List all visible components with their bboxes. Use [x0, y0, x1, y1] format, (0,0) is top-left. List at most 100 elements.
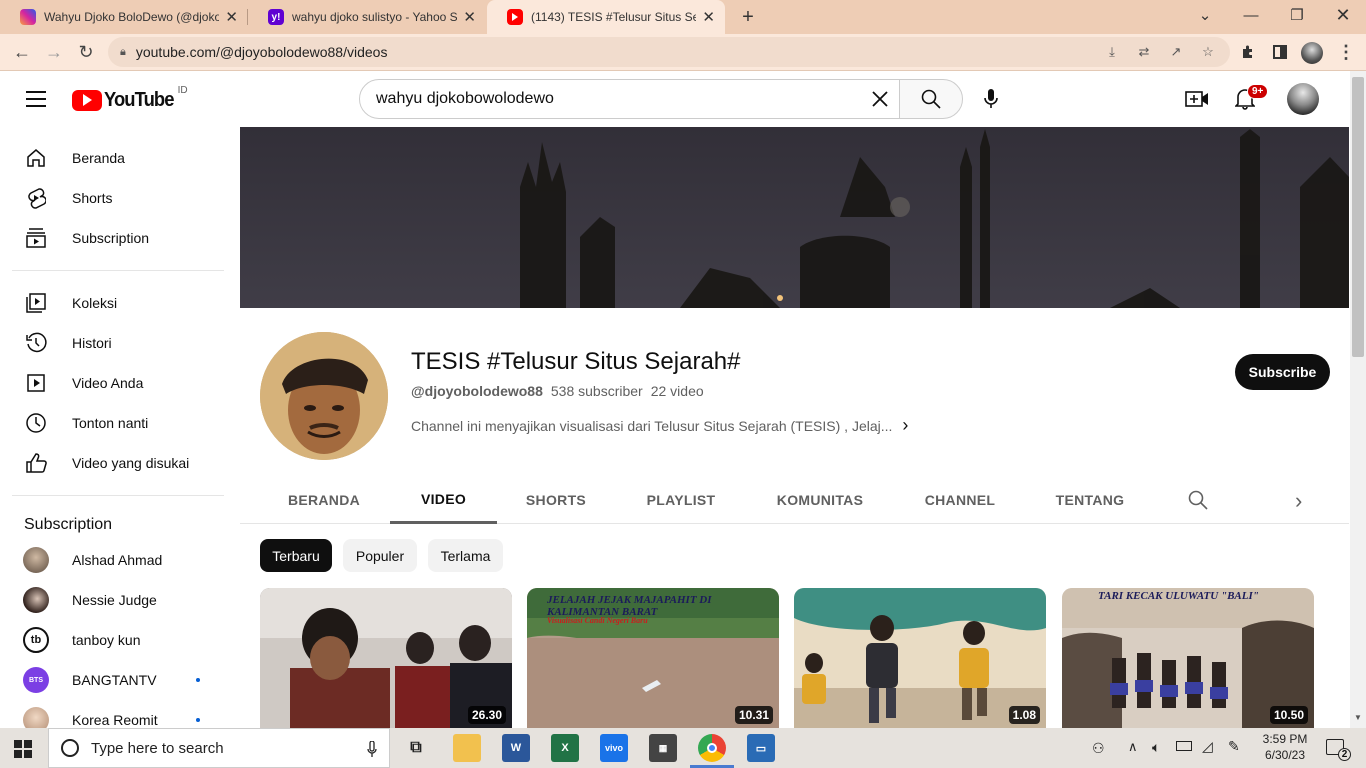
- sidebar-item-koleksi[interactable]: Koleksi: [12, 283, 224, 323]
- tab-channel[interactable]: CHANNEL: [910, 476, 1010, 524]
- sidebar-item-shorts[interactable]: Shorts: [12, 178, 224, 218]
- sidebar-item-tonton-nanti[interactable]: Tonton nanti: [12, 403, 224, 443]
- action-center-icon[interactable]: 2: [1326, 739, 1351, 761]
- channel-avatar: [23, 547, 49, 573]
- lock-icon[interactable]: 🔒︎: [120, 46, 126, 59]
- task-view-icon[interactable]: ⧉: [402, 734, 430, 762]
- close-window-button[interactable]: ✕: [1320, 0, 1366, 30]
- bookmark-star-icon[interactable]: ☆: [1199, 44, 1217, 60]
- channel-search-icon[interactable]: [1188, 490, 1208, 510]
- taskbar-clock[interactable]: 3:59 PM 6/30/23: [1258, 731, 1312, 763]
- side-panel-icon[interactable]: [1266, 40, 1294, 64]
- video-thumbnail[interactable]: 26.30: [260, 588, 512, 728]
- tab-beranda[interactable]: BERANDA: [274, 476, 374, 524]
- subscriptions-icon: [24, 226, 48, 250]
- close-tab-icon[interactable]: ✕: [463, 8, 476, 26]
- calendar-app-icon[interactable]: ▦: [649, 734, 677, 762]
- menu-kebab-icon[interactable]: ⋮: [1332, 40, 1360, 64]
- notification-badge: 9+: [1247, 84, 1269, 99]
- chevron-up-icon[interactable]: ∧: [1128, 739, 1138, 755]
- sidebar-item-subscription[interactable]: Subscription: [12, 218, 224, 258]
- back-arrow-icon[interactable]: ←: [8, 40, 36, 64]
- translate-icon[interactable]: ⇄: [1135, 44, 1153, 60]
- notification-count: 2: [1338, 748, 1351, 761]
- people-icon[interactable]: ⚇: [1092, 740, 1105, 757]
- sidebar-subscription-item[interactable]: Korea Reomit: [12, 700, 224, 728]
- youtube-logo[interactable]: YouTube ID: [72, 85, 188, 112]
- video-thumbnail[interactable]: TARI KECAK ULUWATU "BALI" 10.50: [1062, 588, 1314, 728]
- page-scrollbar[interactable]: ▼: [1350, 71, 1366, 728]
- reload-icon[interactable]: ↻: [72, 40, 100, 64]
- close-tab-icon[interactable]: ✕: [225, 8, 238, 26]
- browser-tab-active[interactable]: (1143) TESIS #Telusur Situs Sejara ✕: [487, 0, 725, 34]
- sidebar-item-video-anda[interactable]: Video Anda: [12, 363, 224, 403]
- file-explorer-icon[interactable]: [453, 734, 481, 762]
- chip-terbaru[interactable]: Terbaru: [260, 539, 332, 572]
- new-tab-button[interactable]: +: [736, 4, 760, 30]
- install-app-icon[interactable]: ⤓: [1103, 44, 1121, 60]
- search-icon: [921, 89, 941, 109]
- address-bar[interactable]: 🔒︎ youtube.com/@djoyobolodewo88/videos ⤓…: [108, 37, 1230, 67]
- share-icon[interactable]: ↗: [1167, 44, 1185, 60]
- sidebar-subscription-item[interactable]: tb tanboy kun: [12, 620, 224, 660]
- chip-terlama[interactable]: Terlama: [428, 539, 503, 572]
- sidebar-item-histori[interactable]: Histori: [12, 323, 224, 363]
- profile-avatar[interactable]: [1301, 42, 1323, 64]
- excel-icon[interactable]: X: [551, 734, 579, 762]
- tab-playlist[interactable]: PLAYLIST: [631, 476, 731, 524]
- wifi-icon[interactable]: ◿: [1202, 738, 1213, 755]
- tab-video[interactable]: VIDEO: [390, 476, 497, 524]
- notifications-bell-icon[interactable]: 9+: [1234, 84, 1269, 112]
- account-avatar[interactable]: [1287, 83, 1319, 115]
- battery-icon[interactable]: [1176, 741, 1192, 751]
- chevron-right-icon[interactable]: ›: [902, 415, 908, 436]
- pen-icon[interactable]: ✎: [1228, 738, 1240, 755]
- channel-description[interactable]: Channel ini menyajikan visualisasi dari …: [411, 415, 911, 436]
- chrome-icon[interactable]: [698, 734, 726, 762]
- subscriptions-heading: Subscription: [24, 516, 113, 533]
- minimize-button[interactable]: —: [1228, 0, 1274, 30]
- search-button[interactable]: [899, 79, 963, 119]
- url-text: youtube.com/@djoyobolodewo88/videos: [135, 44, 388, 60]
- tab-komunitas[interactable]: KOMUNITAS: [767, 476, 873, 524]
- speaker-icon[interactable]: 🔈︎: [1152, 739, 1160, 756]
- vivo-app-icon[interactable]: vivo: [600, 734, 628, 762]
- video-thumbnail[interactable]: 1.08: [794, 588, 1046, 728]
- sidebar-subscription-item[interactable]: Nessie Judge: [12, 580, 224, 620]
- chip-populer[interactable]: Populer: [343, 539, 417, 572]
- new-content-dot: [196, 678, 200, 682]
- sidebar-subscription-item[interactable]: BTS BANGTANTV: [12, 660, 224, 700]
- scrollbar-thumb[interactable]: [1352, 77, 1364, 357]
- tab-tentang[interactable]: TENTANG: [1040, 476, 1140, 524]
- video-thumbnail[interactable]: JELAJAH JEJAK MAJAPAHIT DI KALIMANTAN BA…: [527, 588, 779, 728]
- browser-tab[interactable]: Wahyu Djoko BoloDewo (@djoko ✕: [0, 0, 248, 34]
- youtube-header: YouTube ID wahyu djokobowolodewo 9+: [0, 71, 1350, 127]
- remote-desktop-icon[interactable]: ▭: [747, 734, 775, 762]
- clear-search-icon[interactable]: [867, 86, 893, 112]
- forward-arrow-icon[interactable]: →: [40, 40, 68, 64]
- like-icon: [24, 451, 48, 475]
- tab-shorts[interactable]: SHORTS: [506, 476, 606, 524]
- sidebar-subscription-item[interactable]: Alshad Ahmad: [12, 540, 224, 580]
- extensions-puzzle-icon[interactable]: [1234, 40, 1262, 64]
- windows-start-icon[interactable]: [14, 740, 32, 758]
- sidebar-item-video-disukai[interactable]: Video yang disukai: [12, 443, 224, 483]
- youtube-play-icon: [72, 89, 102, 111]
- restore-button[interactable]: ❐: [1274, 0, 1320, 30]
- sidebar-item-beranda[interactable]: Beranda: [12, 138, 224, 178]
- word-icon[interactable]: W: [502, 734, 530, 762]
- channel-name: TESIS #Telusur Situs Sejarah#: [411, 348, 741, 375]
- microphone-icon[interactable]: [980, 88, 1002, 110]
- hamburger-menu-icon[interactable]: [26, 91, 46, 107]
- browser-tab[interactable]: y! wahyu djoko sulistyo - Yahoo Sea ✕: [248, 0, 486, 34]
- taskbar-search-input[interactable]: Type here to search: [48, 728, 390, 768]
- create-video-icon[interactable]: [1185, 88, 1209, 110]
- taskbar-microphone-icon[interactable]: [367, 740, 377, 761]
- scroll-down-arrow-icon[interactable]: ▼: [1354, 713, 1362, 722]
- tab-search-icon[interactable]: ⌄: [1182, 0, 1228, 30]
- tabs-scroll-right-icon[interactable]: ›: [1295, 488, 1311, 513]
- subscribe-button[interactable]: Subscribe: [1235, 354, 1330, 390]
- channel-banner: [240, 127, 1349, 308]
- close-tab-icon[interactable]: ✕: [702, 8, 715, 26]
- search-input[interactable]: wahyu djokobowolodewo: [359, 79, 900, 119]
